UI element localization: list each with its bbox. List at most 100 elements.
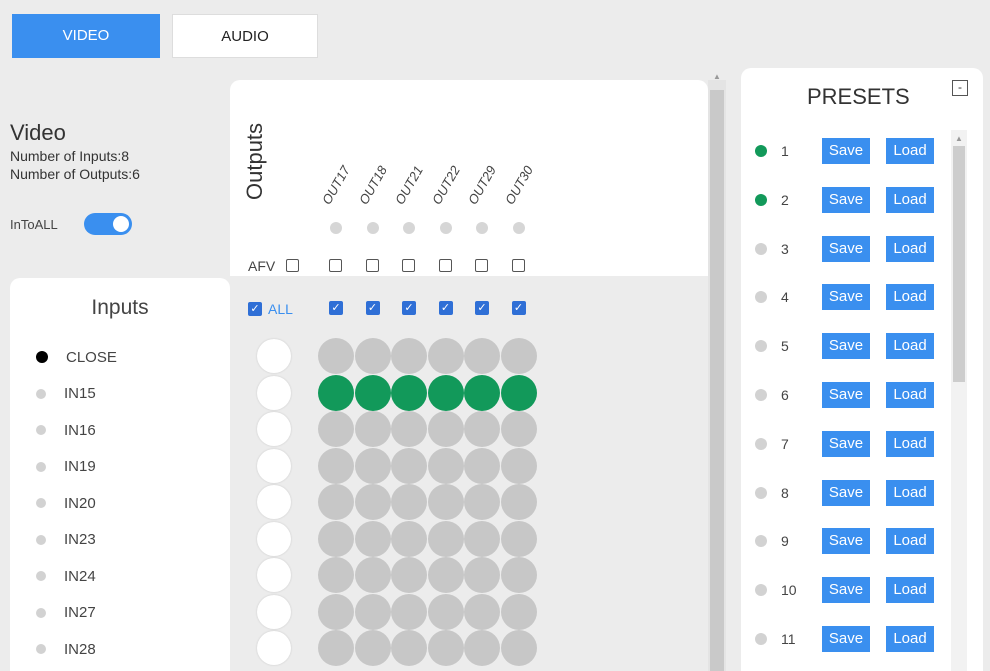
output-afv-checkbox[interactable] [438, 259, 452, 272]
preset-load-button[interactable]: Load [886, 382, 934, 408]
output-select-checkbox[interactable]: ✓ [475, 301, 489, 315]
row-select-button[interactable] [257, 485, 291, 519]
crosspoint-cell[interactable] [500, 447, 537, 484]
preset-save-button[interactable]: Save [822, 235, 870, 262]
crosspoint-cell[interactable] [318, 520, 354, 557]
preset-save-button[interactable]: Save [822, 382, 870, 408]
crosspoint-cell[interactable] [500, 593, 537, 630]
crosspoint-cell[interactable] [464, 374, 500, 411]
crosspoint-cell[interactable] [464, 484, 500, 520]
row-select-button[interactable] [257, 558, 291, 592]
crosspoint-cell[interactable] [318, 447, 354, 484]
scroll-up-icon[interactable]: ▲ [713, 72, 721, 81]
output-select-checkbox[interactable]: ✓ [511, 301, 526, 315]
preset-save-button[interactable]: Save [822, 186, 870, 213]
row-select-button[interactable] [257, 521, 291, 556]
input-item[interactable]: IN28 [36, 637, 96, 661]
crosspoint-cell[interactable] [427, 520, 464, 557]
preset-save-button[interactable]: Save [822, 528, 870, 555]
row-select-button[interactable] [257, 448, 291, 483]
preset-load-button[interactable]: Load [886, 186, 934, 213]
input-item[interactable]: IN23 [36, 528, 96, 552]
preset-load-button[interactable]: Load [886, 479, 934, 506]
crosspoint-cell[interactable] [427, 411, 464, 447]
crosspoint-cell[interactable] [354, 557, 391, 593]
crosspoint-cell[interactable] [318, 557, 354, 593]
preset-load-button[interactable]: Load [886, 284, 934, 311]
crosspoint-cell[interactable] [318, 338, 354, 374]
output-afv-checkbox[interactable] [329, 259, 342, 272]
crosspoint-cell[interactable] [427, 557, 464, 593]
output-select-checkbox[interactable]: ✓ [365, 301, 380, 315]
row-select-button[interactable] [257, 631, 291, 665]
crosspoint-cell[interactable] [464, 447, 500, 484]
output-select-checkbox[interactable]: ✓ [329, 301, 343, 315]
crosspoint-cell[interactable] [318, 374, 354, 411]
crosspoint-cell[interactable] [427, 593, 464, 630]
crosspoint-cell[interactable] [391, 484, 427, 520]
presets-scrollbar[interactable]: ▲ [951, 130, 967, 671]
output-afv-checkbox[interactable] [511, 259, 525, 272]
preset-load-button[interactable]: Load [886, 626, 934, 652]
preset-save-button[interactable]: Save [822, 577, 870, 604]
all-label[interactable]: ALL [268, 301, 293, 317]
input-item[interactable]: IN24 [36, 564, 96, 588]
crosspoint-cell[interactable] [500, 411, 537, 447]
crosspoint-cell[interactable] [464, 338, 500, 374]
tab-video[interactable]: VIDEO [12, 14, 160, 58]
tab-audio[interactable]: AUDIO [172, 14, 318, 58]
intoall-toggle[interactable] [83, 213, 132, 235]
crosspoint-cell[interactable] [500, 557, 537, 593]
preset-save-button[interactable]: Save [822, 479, 870, 506]
output-afv-checkbox[interactable] [402, 259, 415, 272]
output-select-checkbox[interactable]: ✓ [438, 301, 453, 315]
crosspoint-cell[interactable] [391, 630, 427, 666]
crosspoint-cell[interactable] [391, 411, 427, 447]
preset-load-button[interactable]: Load [886, 430, 934, 457]
preset-load-button[interactable]: Load [886, 577, 934, 604]
crosspoint-cell[interactable] [464, 557, 500, 593]
crosspoint-cell[interactable] [500, 484, 537, 520]
crosspoint-cell[interactable] [500, 630, 537, 666]
crosspoint-cell[interactable] [391, 374, 427, 411]
crosspoint-cell[interactable] [500, 338, 537, 374]
input-item[interactable]: IN20 [36, 491, 96, 515]
preset-save-button[interactable]: Save [822, 138, 870, 164]
preset-load-button[interactable]: Load [886, 235, 934, 262]
crosspoint-cell[interactable] [354, 630, 391, 666]
preset-load-button[interactable]: Load [886, 528, 934, 555]
scroll-up-icon[interactable]: ▲ [955, 134, 963, 143]
crosspoint-cell[interactable] [354, 593, 391, 630]
output-afv-checkbox[interactable] [475, 259, 488, 272]
crosspoint-cell[interactable] [427, 338, 464, 374]
crosspoint-cell[interactable] [391, 557, 427, 593]
crosspoint-cell[interactable] [354, 484, 391, 520]
matrix-scrollbar[interactable]: ▲ [708, 72, 726, 671]
row-select-button[interactable] [257, 339, 291, 373]
preset-save-button[interactable]: Save [822, 430, 870, 457]
crosspoint-cell[interactable] [354, 447, 391, 484]
crosspoint-cell[interactable] [427, 630, 464, 666]
crosspoint-cell[interactable] [464, 593, 500, 630]
scrollbar-thumb[interactable] [953, 146, 965, 382]
crosspoint-cell[interactable] [391, 520, 427, 557]
crosspoint-cell[interactable] [427, 484, 464, 520]
preset-load-button[interactable]: Load [886, 138, 934, 164]
afv-checkbox[interactable] [286, 259, 299, 272]
crosspoint-cell[interactable] [391, 447, 427, 484]
crosspoint-cell[interactable] [464, 411, 500, 447]
crosspoint-cell[interactable] [464, 520, 500, 557]
crosspoint-cell[interactable] [427, 447, 464, 484]
crosspoint-cell[interactable] [318, 630, 354, 666]
crosspoint-cell[interactable] [318, 411, 354, 447]
preset-load-button[interactable]: Load [886, 333, 934, 360]
preset-save-button[interactable]: Save [822, 333, 870, 360]
crosspoint-cell[interactable] [500, 374, 537, 411]
crosspoint-cell[interactable] [354, 338, 391, 374]
preset-save-button[interactable]: Save [822, 626, 870, 652]
scrollbar-thumb[interactable] [710, 90, 724, 671]
crosspoint-cell[interactable] [354, 411, 391, 447]
output-afv-checkbox[interactable] [365, 259, 379, 272]
crosspoint-cell[interactable] [318, 484, 354, 520]
crosspoint-cell[interactable] [427, 374, 464, 411]
